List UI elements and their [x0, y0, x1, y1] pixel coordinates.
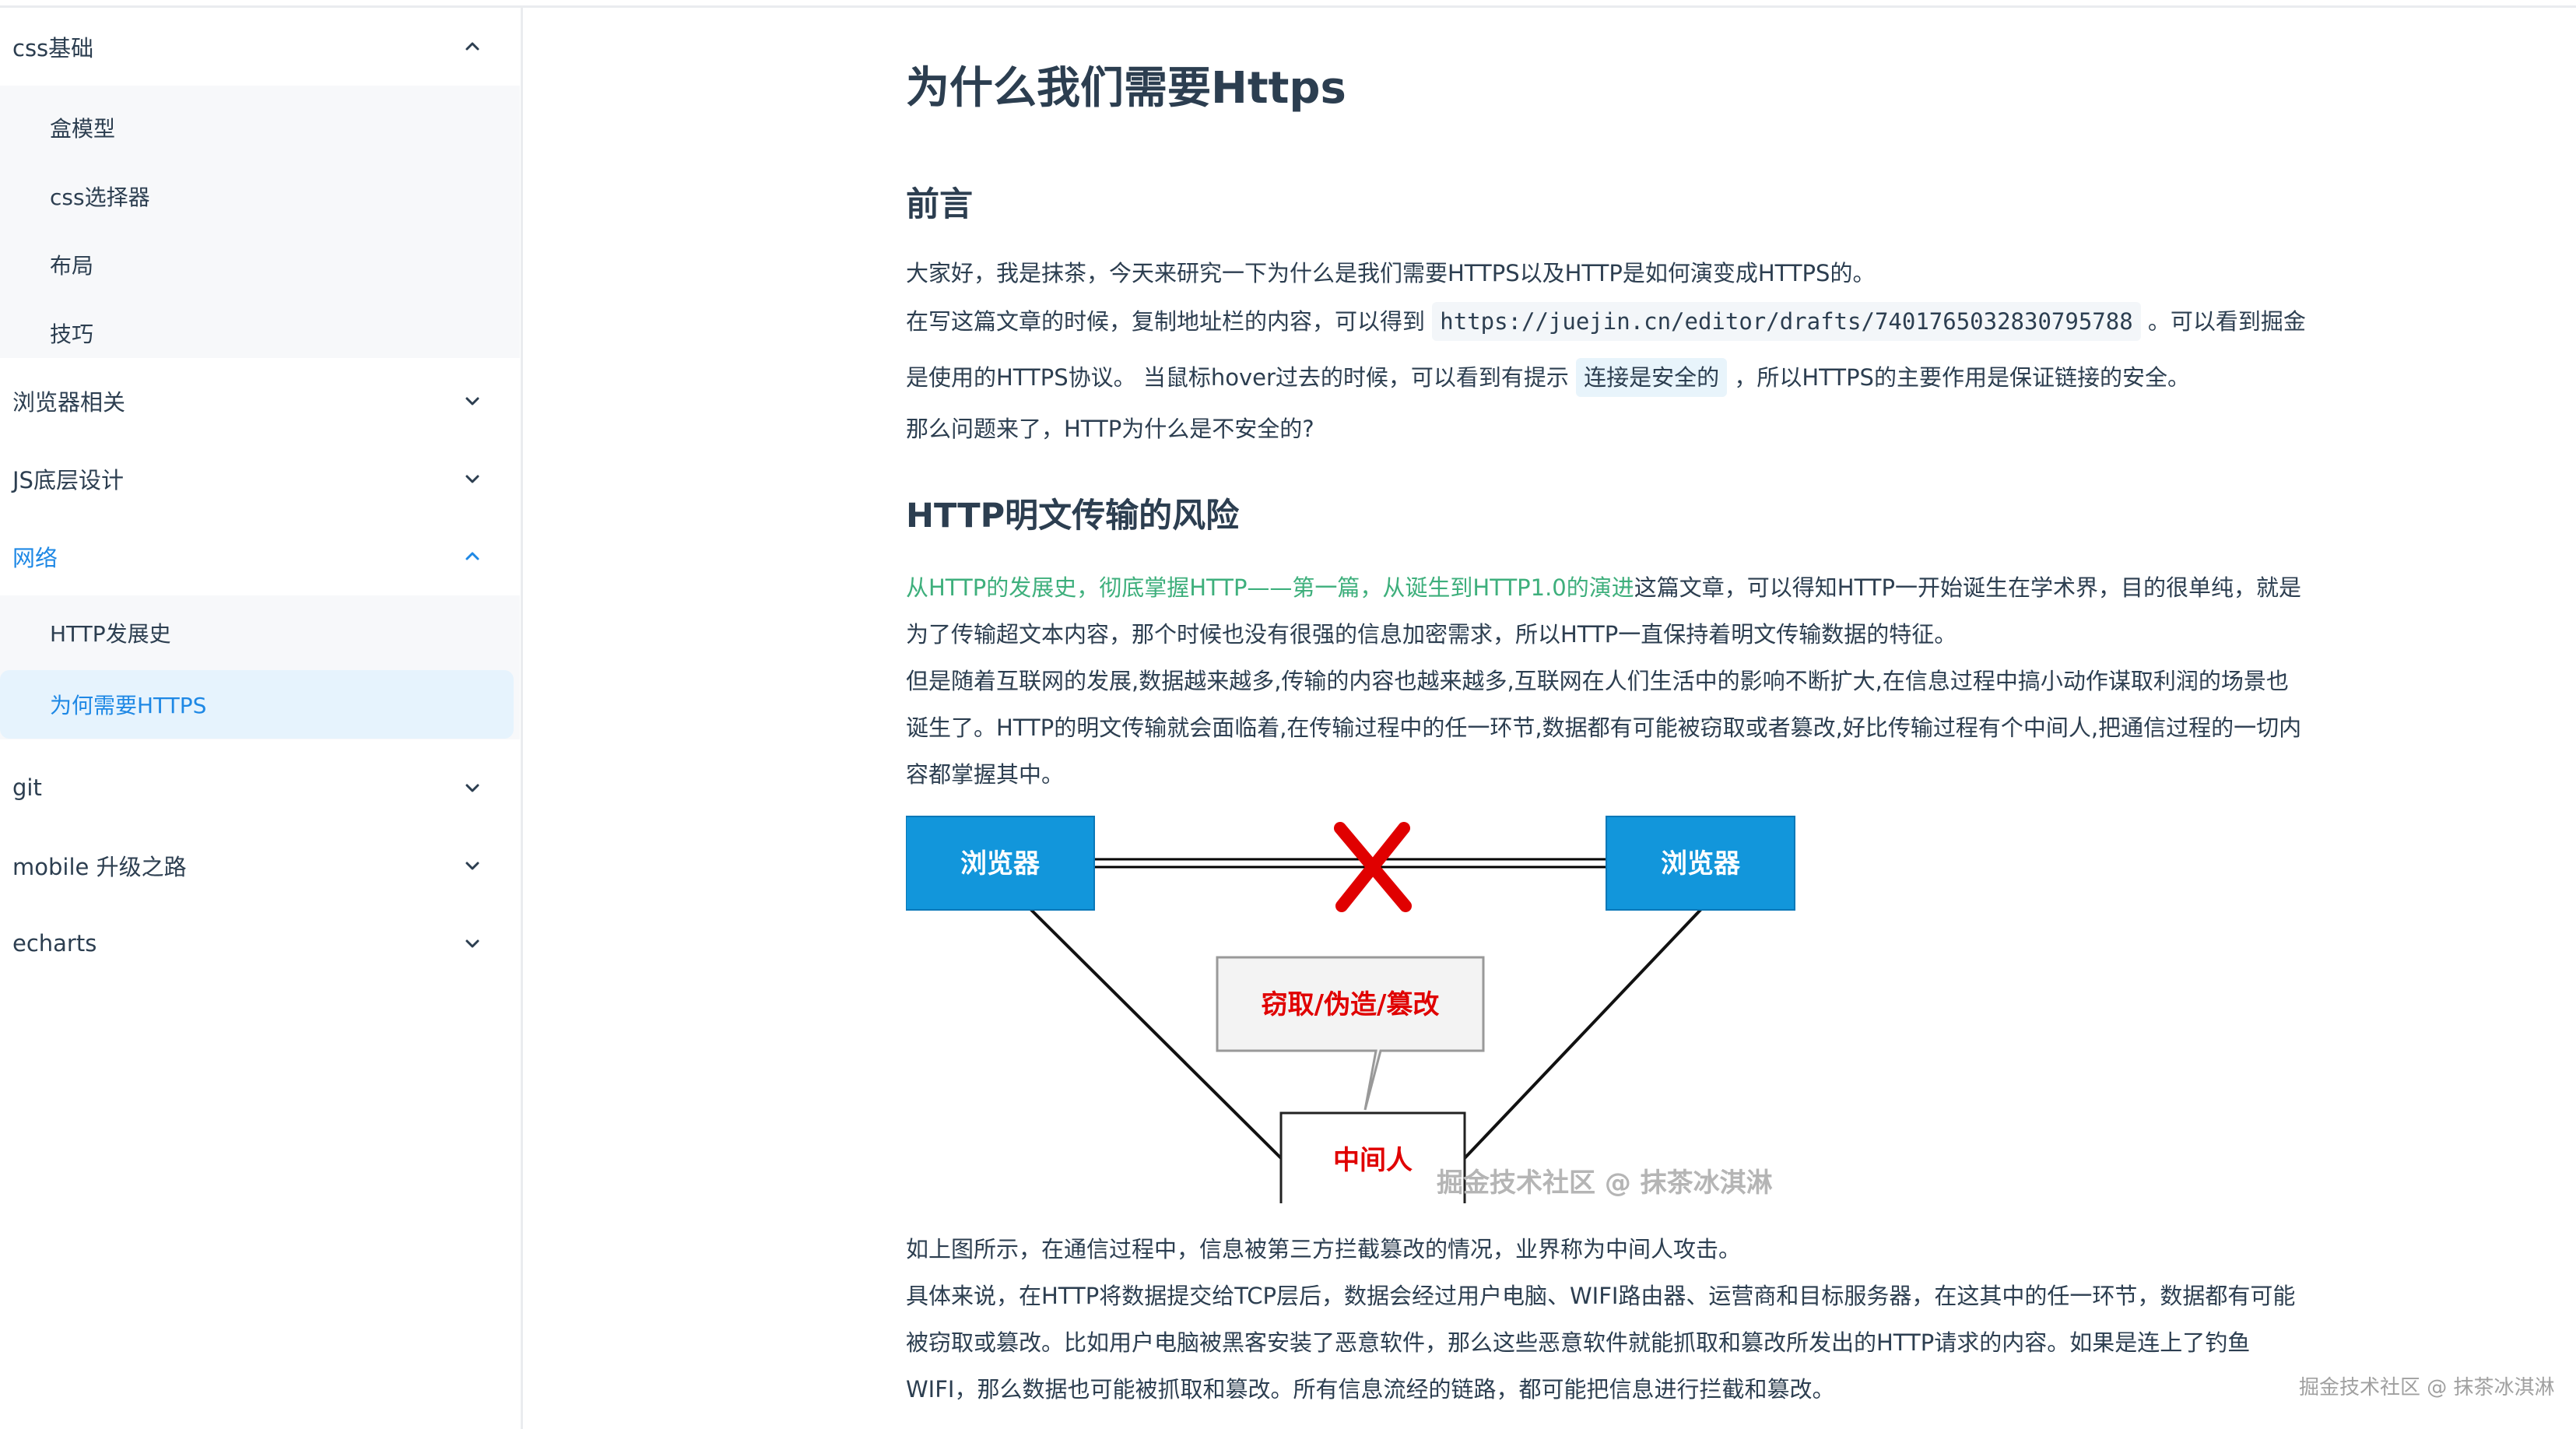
sidebar-group-echarts[interactable]: echarts: [0, 904, 520, 982]
sidebar-group-label: mobile 升级之路: [12, 854, 187, 880]
sidebar-group-git[interactable]: git: [0, 749, 520, 827]
paragraph-line: 在写这篇文章的时候，复制地址栏的内容，可以得到 https://juejin.c…: [906, 302, 2306, 341]
diagram-watermark: 掘金技术社区 @ 抹茶冰淇淋: [1437, 1167, 1773, 1199]
chevron-up-icon: [459, 543, 486, 570]
paragraph-line: 诞生了。HTTP的明文传输就会面临着,在传输过程中的任一环节,数据都有可能被窃取…: [906, 714, 2302, 741]
sidebar-group-label: JS底层设计: [12, 467, 124, 493]
sidebar-item-label: 为何需要HTTPS: [50, 693, 207, 718]
sidebar-group-css-basics[interactable]: css基础: [0, 8, 520, 86]
paragraph-line: 容都掌握其中。: [906, 761, 1065, 788]
sidebar-group-label: css基础: [12, 35, 94, 61]
right-diagonal: [1463, 908, 1703, 1160]
sidebar-group-label: git: [12, 774, 42, 801]
sidebar-subgroup-css-basics: 盒模型 css选择器 布局 技巧: [0, 86, 520, 358]
paragraph-line: 为了传输超文本内容，那个时候也没有很强的信息加密需求，所以HTTP一直保持着明文…: [906, 621, 1957, 648]
text-span: 这篇文章，可以得知HTTP一开始诞生在学术界，目的很单纯，就是: [1634, 574, 2301, 601]
chevron-down-icon: [459, 930, 486, 957]
sidebar: css基础 盒模型 css选择器 布局 技巧 浏览器相关 JS底层设计 网络 H…: [0, 8, 523, 1429]
sidebar-item-label: 布局: [50, 253, 94, 279]
corner-watermark: 掘金技术社区 @ 抹茶冰淇淋: [2299, 1376, 2555, 1399]
sidebar-item-layout[interactable]: 布局: [0, 230, 520, 299]
chevron-down-icon: [459, 388, 486, 414]
sidebar-item-why-https[interactable]: 为何需要HTTPS: [0, 670, 514, 739]
sidebar-item-label: css选择器: [50, 184, 150, 210]
middleman-label: 中间人: [1333, 1145, 1413, 1176]
paragraph-line: 大家好，我是抹茶，今天来研究一下为什么是我们需要HTTPS以及HTTP是如何演变…: [906, 260, 1876, 286]
mitm-diagram: 浏览器 浏览器 窃取/伪造/篡改 中间人: [905, 814, 1801, 1208]
sidebar-group-label: 浏览器相关: [12, 389, 126, 416]
paragraph-line: 被窃取或篡改。比如用户电脑被黑客安装了恶意软件，那么这些恶意软件就能抓取和篡改所…: [906, 1329, 2251, 1356]
text-span: 在写这篇文章的时候，复制地址栏的内容，可以得到: [906, 308, 1426, 335]
paragraph-line: 从HTTP的发展史，彻底掌握HTTP——第一篇，从诞生到HTTP1.0的演进这篇…: [906, 570, 2301, 602]
sidebar-item-label: 盒模型: [50, 116, 116, 142]
sidebar-item-box-model[interactable]: 盒模型: [0, 93, 520, 162]
paragraph-line: WIFI，那么数据也可能被抓取和篡改。所有信息流经的链路，都可能把信息进行拦截和…: [906, 1376, 1835, 1403]
sidebar-group-network[interactable]: 网络: [0, 518, 520, 595]
section-heading-http-risk: HTTP明文传输的风险: [906, 497, 1240, 535]
sidebar-subgroup-network: HTTP发展史 为何需要HTTPS: [0, 595, 520, 739]
text-span: ，所以HTTPS的主要作用是保证链接的安全。: [1734, 364, 2190, 391]
paragraph-line: 具体来说，在HTTP将数据提交给TCP层后，数据会经过用户电脑、WIFI路由器、…: [906, 1283, 2296, 1309]
sidebar-item-css-selectors[interactable]: css选择器: [0, 162, 520, 230]
paragraph-line: 但是随着互联网的发展,数据越来越多,传输的内容也越来越多,互联网在人们生活中的影…: [906, 668, 2289, 694]
text-span: 是使用的HTTPS协议。 当鼠标hover过去的时候，可以看到有提示: [906, 364, 1569, 391]
bubble-label: 窃取/伪造/篡改: [1262, 989, 1440, 1020]
paragraph-line: 如上图所示，在通信过程中，信息被第三方拦截篡改的情况，业界称为中间人攻击。: [906, 1236, 1742, 1262]
highlight-text: 连接是安全的: [1576, 358, 1728, 397]
chevron-up-icon: [459, 33, 486, 60]
right-browser-label: 浏览器: [1661, 848, 1741, 880]
article-link[interactable]: 从HTTP的发展史，彻底掌握HTTP——第一篇，从诞生到HTTP1.0的演进: [906, 574, 1634, 601]
sidebar-group-browser[interactable]: 浏览器相关: [0, 362, 520, 440]
page-title: 为什么我们需要Https: [906, 63, 1346, 114]
sidebar-group-js-design[interactable]: JS底层设计: [0, 440, 520, 518]
sidebar-item-tips[interactable]: 技巧: [0, 299, 520, 367]
section-heading-preface: 前言: [906, 185, 973, 224]
paragraph-line: 那么问题来了，HTTP为什么是不安全的?: [906, 416, 1314, 442]
sidebar-group-label: 网络: [12, 545, 58, 571]
paragraph-line: 是使用的HTTPS协议。 当鼠标hover过去的时候，可以看到有提示 连接是安全…: [906, 358, 2190, 397]
speech-bubble: [1216, 956, 1485, 1111]
sidebar-group-label: echarts: [12, 930, 97, 957]
sidebar-item-http-history[interactable]: HTTP发展史: [0, 599, 520, 667]
top-border: [0, 0, 2576, 8]
chevron-down-icon: [459, 852, 486, 879]
sidebar-item-label: HTTP发展史: [50, 621, 171, 647]
chevron-down-icon: [459, 465, 486, 492]
text-span: 。可以看到掘金: [2147, 308, 2306, 335]
sidebar-group-mobile[interactable]: mobile 升级之路: [0, 827, 520, 904]
chevron-down-icon: [459, 774, 486, 801]
left-browser-label: 浏览器: [960, 848, 1041, 880]
sidebar-item-label: 技巧: [50, 321, 94, 347]
inline-code-url: https://juejin.cn/editor/drafts/74017650…: [1432, 302, 2141, 341]
